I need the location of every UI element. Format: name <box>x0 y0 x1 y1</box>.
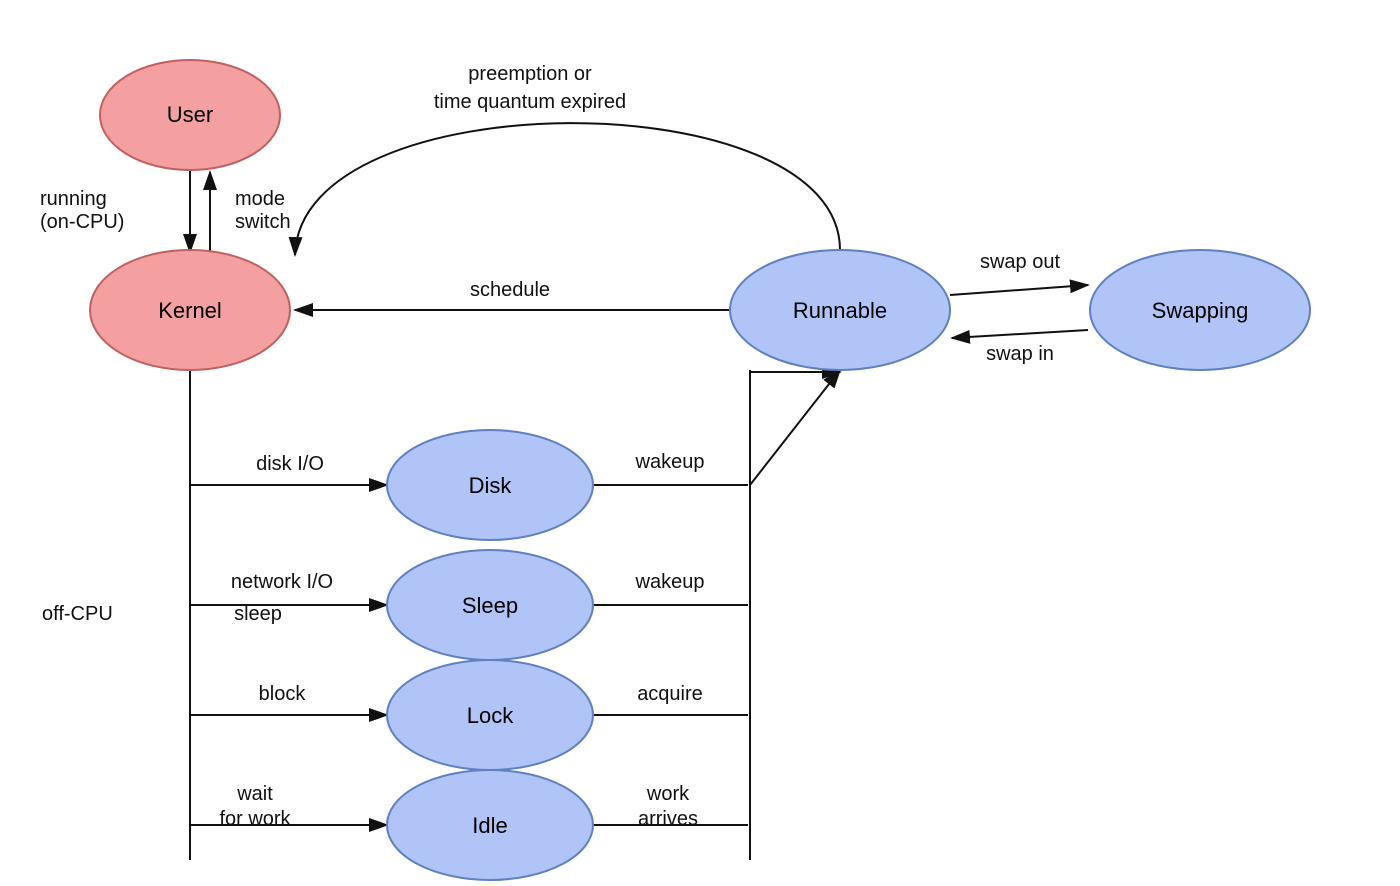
sleep-label: sleep <box>234 603 282 625</box>
running-label2: (on-CPU) <box>40 211 124 233</box>
preemption-arc <box>295 123 840 255</box>
lock-label: Lock <box>467 703 514 728</box>
preemption-label2: time quantum expired <box>434 91 626 113</box>
preemption-label: preemption or <box>468 63 592 85</box>
swap-in-arrow <box>952 330 1088 338</box>
idle-label: Idle <box>472 813 507 838</box>
kernel-label: Kernel <box>158 298 222 323</box>
block-label: block <box>259 683 307 705</box>
wait-for-work-label2: for work <box>219 808 291 830</box>
disk-label: Disk <box>469 473 513 498</box>
swap-out-arrow <box>950 285 1088 295</box>
schedule-label: schedule <box>470 279 550 301</box>
disk-io-label: disk I/O <box>256 453 324 475</box>
network-io-label: network I/O <box>231 571 333 593</box>
acquire-label: acquire <box>637 683 703 705</box>
runnable-label: Runnable <box>793 298 887 323</box>
off-cpu-label: off-CPU <box>42 603 113 625</box>
mode-switch-label: mode <box>235 188 285 210</box>
swap-in-label: swap in <box>986 343 1054 365</box>
wakeup-sleep-label: wakeup <box>635 571 705 593</box>
wait-for-work-label: wait <box>236 783 273 805</box>
work-arrives-label2: arrives <box>638 808 698 830</box>
swap-out-label: swap out <box>980 251 1060 273</box>
user-label: User <box>167 102 213 127</box>
work-arrives-label: work <box>646 783 690 805</box>
mode-switch-label2: switch <box>235 211 291 233</box>
wakeup-to-runnable-arrow <box>750 370 840 485</box>
running-label: running <box>40 188 107 210</box>
swapping-label: Swapping <box>1152 298 1249 323</box>
wakeup-disk-label: wakeup <box>635 451 705 473</box>
sleep-label-node: Sleep <box>462 593 518 618</box>
